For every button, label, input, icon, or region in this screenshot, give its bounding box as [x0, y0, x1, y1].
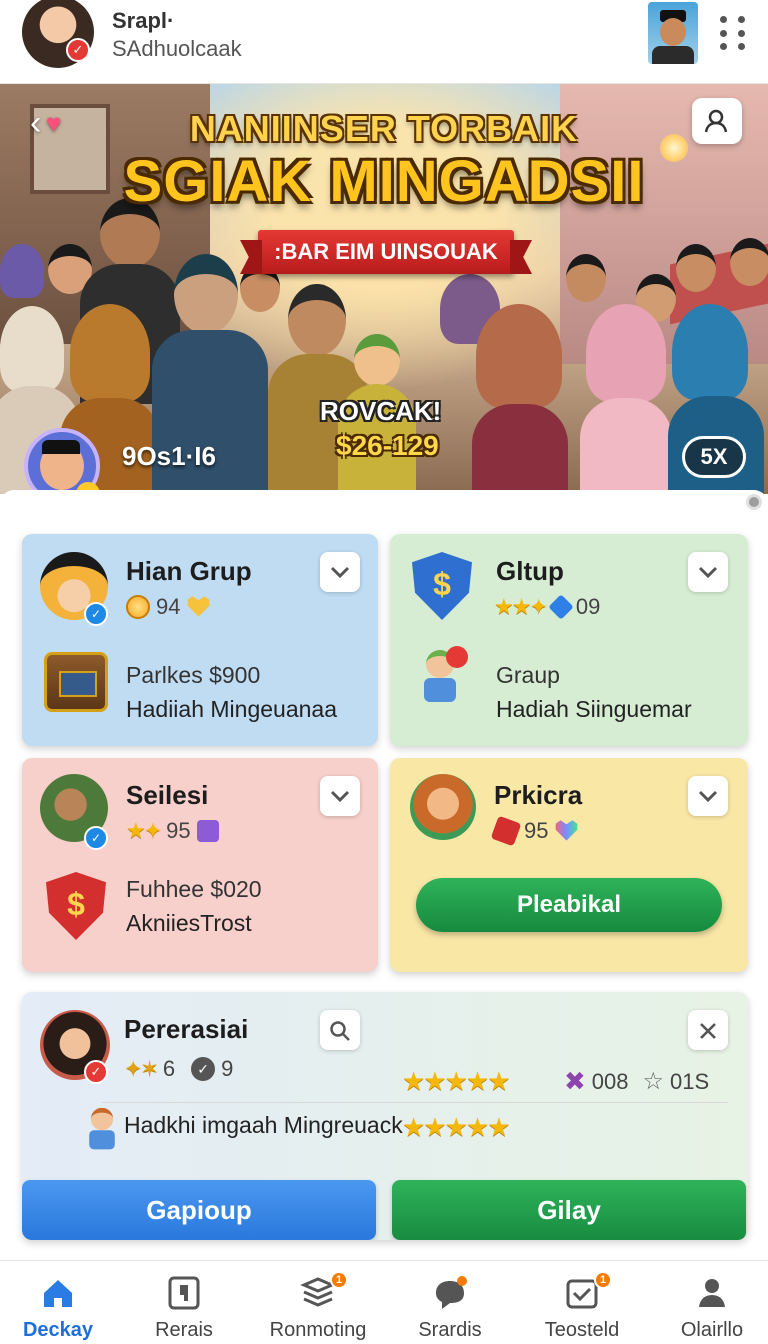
stars-icon: ★✦ — [126, 818, 162, 843]
back-arrow-icon[interactable]: ‹ ♥ — [30, 104, 76, 144]
multiplier-button[interactable]: 5X — [682, 436, 746, 478]
header-title: Srapl· — [112, 8, 175, 33]
user-avatar-button[interactable] — [648, 2, 698, 64]
character-icon — [412, 646, 468, 712]
groups-panel: ✓ Hian Grup 94 Parlkes $900 Hadiiah Ming… — [0, 490, 768, 1260]
viewer-count: 9Os1·I6 — [122, 441, 216, 471]
close-icon[interactable] — [688, 1010, 728, 1050]
bottom-navigation: Deckay Rerais 1 Ronmoting Srardis 1 Teos… — [0, 1260, 768, 1344]
nav-item-home[interactable]: Deckay — [0, 1261, 122, 1344]
verified-check-icon: ✓ — [84, 602, 108, 626]
notification-badge: 1 — [594, 1271, 612, 1289]
more-menu-icon[interactable] — [720, 16, 748, 52]
group-card[interactable]: ✓ Seilesi ★✦ 95 $ Fuhhee $020 AkniiesTro… — [22, 758, 378, 972]
ticket-icon — [168, 1276, 200, 1310]
card-title: Gltup — [496, 556, 564, 586]
chevron-down-icon[interactable] — [320, 552, 360, 592]
heart-icon — [187, 596, 210, 617]
banner-title: NANIINSER TORBAIK — [189, 108, 579, 149]
verified-check-icon: ✓ — [84, 1060, 108, 1084]
card-stat: 01S — [670, 1068, 710, 1094]
shield-dollar-icon: $ — [46, 872, 106, 940]
chat-icon — [436, 1276, 467, 1309]
nav-label: Srardis — [418, 1319, 482, 1341]
chevron-down-icon[interactable] — [688, 552, 728, 592]
fireworks-icon: ✦✶ — [124, 1056, 159, 1081]
character-icon — [80, 1105, 125, 1158]
card-stat: 008 — [591, 1068, 629, 1094]
treasure-chest-icon — [44, 652, 108, 712]
nav-label: Rerais — [155, 1319, 213, 1341]
verified-check-icon: ✓ — [66, 38, 90, 62]
card-stat: 94 — [156, 594, 181, 619]
card-title: Hian Grup — [126, 556, 252, 586]
chevron-down-icon[interactable] — [320, 776, 360, 816]
nav-label: Ronmoting — [269, 1319, 367, 1341]
promo-text: ROVCAK! — [320, 396, 442, 426]
rating-stars-icon: ★★★★★ — [402, 1112, 511, 1142]
card-title: Prkicra — [494, 780, 583, 810]
nav-label: Deckay — [22, 1319, 94, 1341]
card-prize: Parlkes $900 — [126, 662, 261, 688]
nav-item-ronmoting[interactable]: 1 Ronmoting — [254, 1261, 382, 1344]
shield-dollar-icon: $ — [412, 552, 472, 620]
nav-item-rerais[interactable]: Rerais — [120, 1261, 248, 1344]
card-stat: 95 — [166, 818, 191, 843]
card-stat: 09 — [575, 594, 601, 619]
nav-item-teosteld[interactable]: 1 Teosteld — [518, 1261, 646, 1344]
group-card[interactable]: ✓ Hian Grup 94 Parlkes $900 Hadiiah Ming… — [22, 534, 378, 746]
card-reward: Hadiiah Mingeuanaa — [126, 696, 337, 722]
heart-icon: ♥ — [46, 108, 62, 138]
card-stat: 95 — [524, 818, 549, 843]
promo-price: $26-129 — [336, 430, 439, 461]
card-title: Seilesi — [126, 780, 209, 810]
card-title: Pererasiai — [124, 1014, 249, 1044]
app-header: ✓ Srapl· SAdhuolcaak — [0, 0, 768, 84]
card-reward: AkniiesTrost — [126, 910, 252, 936]
group-card[interactable]: $ Gltup ★★✦ 09 Graup Hadiah Siinguemar — [390, 534, 748, 746]
home-icon — [44, 1280, 72, 1307]
card-prize: Graup — [496, 662, 560, 688]
group-avatar — [410, 774, 476, 840]
group-button[interactable]: Gapioup — [22, 1180, 376, 1240]
nav-label: Olairllo — [680, 1319, 744, 1341]
verified-check-icon: ✓ — [84, 826, 108, 850]
profile-icon — [699, 1279, 725, 1307]
thumbs-up-icon — [196, 820, 219, 842]
host-avatar[interactable]: ☺ — [24, 428, 100, 494]
group-card[interactable]: Prkicra 95 Pleabikal — [390, 758, 748, 972]
search-icon[interactable] — [320, 1010, 360, 1050]
featured-group-card[interactable]: ✓ Pererasiai ✦✶ 6 ✓ 9 ★★★★★ ✖ 008 ☆ 01S … — [22, 992, 748, 1240]
puzzle-icon: ✖ — [564, 1066, 586, 1096]
join-button[interactable]: Pleabikal — [416, 878, 722, 932]
rating-stars-icon: ★★★★★ — [402, 1066, 511, 1096]
nav-item-srardis[interactable]: Srardis — [386, 1261, 514, 1344]
gem-icon — [548, 594, 574, 620]
header-subtitle: SAdhuolcaak — [112, 36, 242, 61]
add-friend-button[interactable] — [692, 98, 742, 144]
card-reward: Hadkhi imgaah Mingreuack — [124, 1112, 403, 1138]
nav-item-profile[interactable]: Olairllo — [648, 1261, 768, 1344]
card-reward: Hadiah Siinguemar — [496, 696, 692, 722]
notification-badge: 1 — [330, 1271, 348, 1289]
user-icon — [704, 109, 728, 133]
check-circle-icon: ✓ — [191, 1057, 216, 1081]
promo-banner[interactable]: NANIINSER TORBAIK SGIAK MINGADSII :BAR E… — [0, 84, 768, 494]
nav-label: Teosteld — [544, 1319, 620, 1341]
chevron-down-icon[interactable] — [688, 776, 728, 816]
star-outline-icon: ☆ — [642, 1068, 665, 1095]
card-stat: 9 — [221, 1056, 234, 1081]
card-prize: Fuhhee $020 — [126, 876, 262, 902]
heart-icon — [555, 820, 578, 841]
card-stat: 6 — [162, 1056, 176, 1081]
scroll-indicator[interactable] — [746, 494, 762, 510]
banner-ribbon: :BAR EIM UINSOUAK — [258, 230, 514, 274]
play-button[interactable]: Gilay — [392, 1180, 746, 1240]
tag-icon — [490, 815, 522, 847]
banner-headline: SGIAK MINGADSII — [123, 149, 645, 214]
coin-icon — [126, 595, 150, 619]
stars-icon: ★★✦ — [494, 594, 548, 619]
